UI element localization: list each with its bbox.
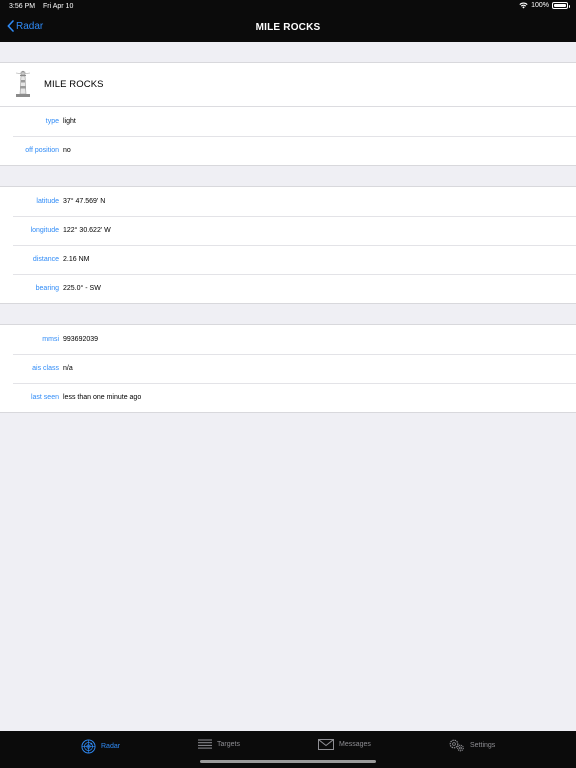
section-identity: MILE ROCKS type light off position no <box>0 62 576 166</box>
detail-row-last-seen: last seen less than one minute ago <box>0 383 576 412</box>
section-gap <box>0 166 576 186</box>
row-label: bearing <box>35 285 59 292</box>
radar-icon <box>81 739 96 754</box>
row-label: last seen <box>30 394 59 401</box>
tab-messages[interactable]: Messages <box>318 739 371 750</box>
row-value: no <box>63 147 71 154</box>
row-label: distance <box>32 256 59 263</box>
row-value: light <box>63 118 76 125</box>
detail-row-distance: distance 2.16 NM <box>0 245 576 274</box>
gears-icon <box>449 739 464 752</box>
row-value: n/a <box>63 365 73 372</box>
status-date: Fri Apr 10 <box>43 3 74 10</box>
detail-row-type: type light <box>0 107 576 136</box>
tab-settings[interactable]: Settings <box>449 739 495 752</box>
detail-row-longitude: longitude 122° 30.622' W <box>0 216 576 245</box>
envelope-icon <box>318 739 334 750</box>
detail-row-off-position: off position no <box>0 136 576 165</box>
screen: 3:56 PM Fri Apr 10 100% Radar MILE ROCKS <box>0 0 576 768</box>
row-value: 37° 47.569' N <box>63 198 106 205</box>
section-ais: mmsi 993692039 ais class n/a last seen l… <box>0 324 576 413</box>
row-value: 993692039 <box>63 336 99 343</box>
section-position: latitude 37° 47.569' N longitude 122° 30… <box>0 186 576 304</box>
detail-row-mmsi: mmsi 993692039 <box>0 325 576 354</box>
page-title: MILE ROCKS <box>255 22 321 33</box>
section-gap <box>0 304 576 324</box>
tab-radar[interactable]: Radar <box>81 739 120 754</box>
lighthouse-icon <box>15 70 31 97</box>
row-value: 2.16 NM <box>63 256 90 263</box>
target-name: MILE ROCKS <box>44 79 104 90</box>
row-label: mmsi <box>42 336 59 343</box>
row-label: type <box>45 118 59 125</box>
row-label: longitude <box>30 227 59 234</box>
tab-targets[interactable]: Targets <box>198 739 240 749</box>
detail-row-latitude: latitude 37° 47.569' N <box>0 187 576 216</box>
row-value: 122° 30.622' W <box>63 227 111 234</box>
row-label: latitude <box>36 198 59 205</box>
tab-bar: Radar Targets Messages Settings <box>0 731 576 768</box>
battery-percent: 100% <box>531 2 549 9</box>
detail-row-bearing: bearing 225.0° - SW <box>0 274 576 303</box>
home-indicator[interactable] <box>200 760 376 763</box>
target-header: MILE ROCKS <box>0 63 576 107</box>
tab-label: Radar <box>101 743 121 750</box>
tab-label: Settings <box>470 742 496 749</box>
section-gap <box>0 42 576 62</box>
row-label: off position <box>25 147 59 154</box>
list-icon <box>198 739 212 749</box>
status-time: 3:56 PM <box>9 3 36 10</box>
status-right: 100% <box>519 2 570 9</box>
detail-row-ais-class: ais class n/a <box>0 354 576 383</box>
row-value: less than one minute ago <box>63 394 142 401</box>
detail-table: MILE ROCKS type light off position no la… <box>0 42 576 413</box>
battery-icon <box>552 2 570 9</box>
tab-label: Messages <box>339 741 371 748</box>
row-label: ais class <box>32 365 59 372</box>
wifi-icon <box>519 2 528 9</box>
tab-label: Targets <box>217 740 240 748</box>
row-value: 225.0° - SW <box>63 285 101 292</box>
top-bar: 3:56 PM Fri Apr 10 100% Radar MILE ROCKS <box>0 0 576 42</box>
